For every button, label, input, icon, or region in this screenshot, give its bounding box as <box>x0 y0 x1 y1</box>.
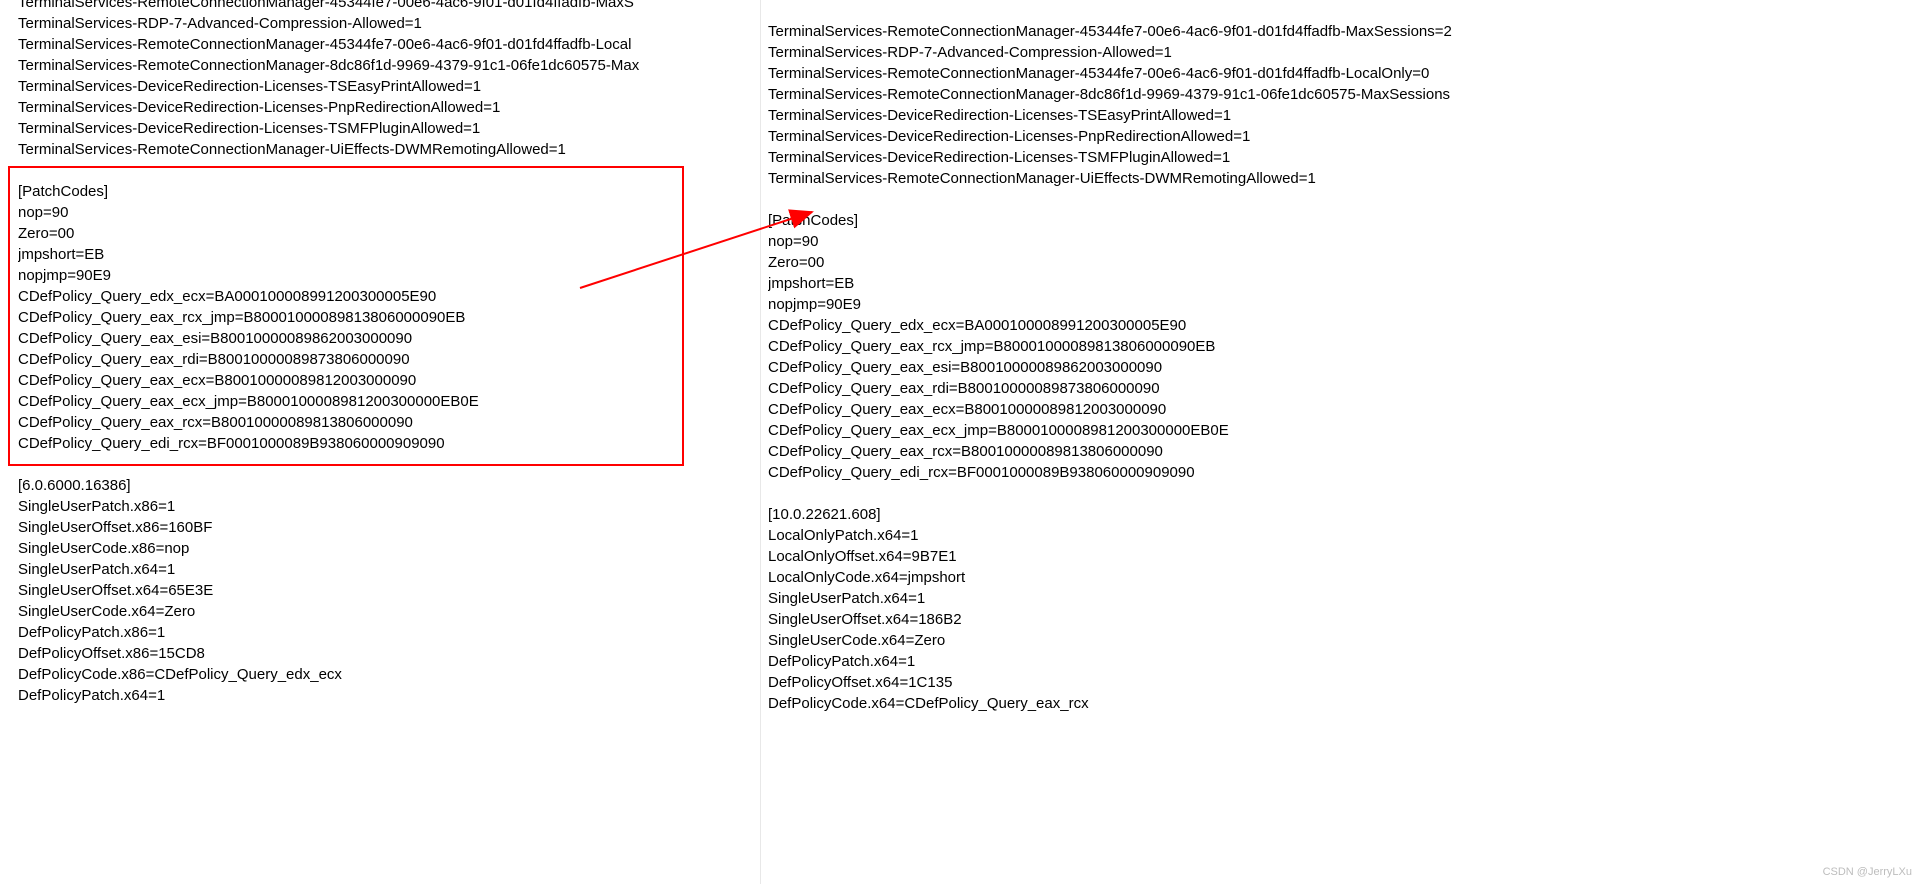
text-line: CDefPolicy_Query_edx_ecx=BA0001000089912… <box>768 315 1920 336</box>
text-line: SingleUserCode.x86=nop <box>18 538 758 559</box>
text-line: SingleUserCode.x64=Zero <box>18 601 758 622</box>
text-line: LocalOnlyOffset.x64=9B7E1 <box>768 546 1920 567</box>
pane-divider <box>760 0 761 884</box>
text-line: TerminalServices-DeviceRedirection-Licen… <box>768 147 1920 168</box>
text-line <box>768 0 1920 21</box>
text-line: [PatchCodes] <box>18 181 758 202</box>
text-line: CDefPolicy_Query_edx_ecx=BA0001000089912… <box>18 286 758 307</box>
text-line: CDefPolicy_Query_eax_esi=B80010000089862… <box>768 357 1920 378</box>
text-line: CDefPolicy_Query_edi_rcx=BF0001000089B93… <box>18 433 758 454</box>
text-line: TerminalServices-RemoteConnectionManager… <box>768 63 1920 84</box>
text-line: CDefPolicy_Query_eax_rcx_jmp=B8000100008… <box>18 307 758 328</box>
text-line: SingleUserPatch.x64=1 <box>768 588 1920 609</box>
text-line: nop=90 <box>768 231 1920 252</box>
text-line: jmpshort=EB <box>18 244 758 265</box>
text-line: DefPolicyPatch.x64=1 <box>768 651 1920 672</box>
right-pane: TerminalServices-RemoteConnectionManager… <box>768 0 1920 884</box>
text-line: DefPolicyOffset.x86=15CD8 <box>18 643 758 664</box>
text-line: TerminalServices-RemoteConnectionManager… <box>18 139 758 160</box>
text-line: TerminalServices-DeviceRedirection-Licen… <box>768 105 1920 126</box>
text-line: CDefPolicy_Query_eax_rcx=B80010000089813… <box>768 441 1920 462</box>
text-line: DefPolicyPatch.x64=1 <box>18 685 758 706</box>
text-line <box>18 160 758 181</box>
text-line: SingleUserOffset.x64=186B2 <box>768 609 1920 630</box>
text-line: Zero=00 <box>768 252 1920 273</box>
text-line: LocalOnlyCode.x64=jmpshort <box>768 567 1920 588</box>
text-line: jmpshort=EB <box>768 273 1920 294</box>
text-line: CDefPolicy_Query_eax_ecx=B80010000089812… <box>18 370 758 391</box>
text-line: DefPolicyCode.x86=CDefPolicy_Query_edx_e… <box>18 664 758 685</box>
text-line <box>768 483 1920 504</box>
text-line: LocalOnlyPatch.x64=1 <box>768 525 1920 546</box>
text-line <box>768 189 1920 210</box>
text-line: CDefPolicy_Query_eax_rcx_jmp=B8000100008… <box>768 336 1920 357</box>
text-line: TerminalServices-DeviceRedirection-Licen… <box>18 118 758 139</box>
text-line: CDefPolicy_Query_eax_ecx=B80010000089812… <box>768 399 1920 420</box>
text-line: TerminalServices-RemoteConnectionManager… <box>768 21 1920 42</box>
text-line: nopjmp=90E9 <box>18 265 758 286</box>
text-line: CDefPolicy_Query_eax_rdi=B80010000089873… <box>18 349 758 370</box>
text-line: DefPolicyOffset.x64=1C135 <box>768 672 1920 693</box>
text-line: TerminalServices-RDP-7-Advanced-Compress… <box>768 42 1920 63</box>
text-line: TerminalServices-DeviceRedirection-Licen… <box>768 126 1920 147</box>
text-line: TerminalServices-RemoteConnectionManager… <box>18 34 758 55</box>
text-line: TerminalServices-RemoteConnectionManager… <box>768 84 1920 105</box>
left-pane: TerminalServices-RemoteConnectionManager… <box>18 0 758 876</box>
watermark: CSDN @JerryLXu <box>1823 866 1912 878</box>
text-line: SingleUserPatch.x64=1 <box>18 559 758 580</box>
text-line: nopjmp=90E9 <box>768 294 1920 315</box>
text-line: [10.0.22621.608] <box>768 504 1920 525</box>
text-line: SingleUserCode.x64=Zero <box>768 630 1920 651</box>
text-line: [6.0.6000.16386] <box>18 475 758 496</box>
text-line: DefPolicyPatch.x86=1 <box>18 622 758 643</box>
text-line: DefPolicyCode.x64=CDefPolicy_Query_eax_r… <box>768 693 1920 714</box>
text-line: CDefPolicy_Query_eax_rcx=B80010000089813… <box>18 412 758 433</box>
text-line: SingleUserOffset.x64=65E3E <box>18 580 758 601</box>
text-line: SingleUserPatch.x86=1 <box>18 496 758 517</box>
text-line: nop=90 <box>18 202 758 223</box>
text-line: CDefPolicy_Query_eax_rdi=B80010000089873… <box>768 378 1920 399</box>
text-line: TerminalServices-RemoteConnectionManager… <box>18 55 758 76</box>
text-line: CDefPolicy_Query_eax_esi=B80010000089862… <box>18 328 758 349</box>
text-line: Zero=00 <box>18 223 758 244</box>
text-line: SingleUserOffset.x86=160BF <box>18 517 758 538</box>
text-line <box>18 454 758 475</box>
text-line: [PatchCodes] <box>768 210 1920 231</box>
text-line: CDefPolicy_Query_edi_rcx=BF0001000089B93… <box>768 462 1920 483</box>
text-line: CDefPolicy_Query_eax_ecx_jmp=B8000100008… <box>18 391 758 412</box>
text-line: TerminalServices-RemoteConnectionManager… <box>768 168 1920 189</box>
text-line: CDefPolicy_Query_eax_ecx_jmp=B8000100008… <box>768 420 1920 441</box>
text-line: TerminalServices-RemoteConnectionManager… <box>18 0 758 13</box>
text-line: TerminalServices-DeviceRedirection-Licen… <box>18 97 758 118</box>
text-line: TerminalServices-RDP-7-Advanced-Compress… <box>18 13 758 34</box>
text-line: TerminalServices-DeviceRedirection-Licen… <box>18 76 758 97</box>
